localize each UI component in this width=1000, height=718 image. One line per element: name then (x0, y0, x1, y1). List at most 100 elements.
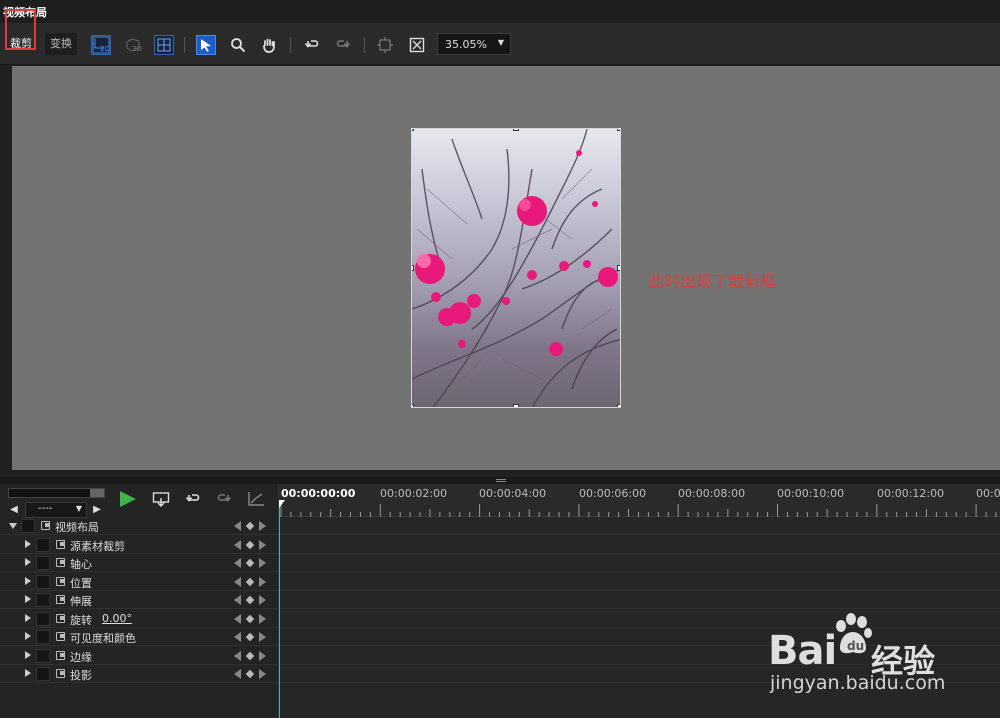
chevron-down-icon: ▼ (75, 504, 82, 513)
track-enable-checkbox[interactable] (36, 575, 50, 589)
crop-handle-left[interactable] (412, 265, 414, 271)
expand-icon[interactable] (25, 632, 31, 640)
chevron-down-icon: ▼ (497, 38, 504, 47)
panel-splitter[interactable] (0, 477, 1000, 484)
ruler-label: 00:0 (976, 487, 1000, 500)
track-keyframe-icon (56, 614, 65, 623)
ruler-label: 00:00:02:00 (380, 487, 448, 500)
expand-icon[interactable] (25, 669, 31, 677)
redo-icon[interactable] (212, 488, 236, 510)
track-enable-checkbox[interactable] (36, 630, 50, 644)
loop-preview-icon[interactable] (149, 488, 173, 510)
select-arrow-icon[interactable] (196, 35, 216, 55)
expand-icon[interactable] (25, 540, 31, 548)
crop-handle-bottom-left[interactable] (412, 404, 414, 407)
watermark-url: jingyan.baidu.com (770, 672, 946, 694)
ruler-ticks (280, 504, 997, 517)
track-enable-checkbox[interactable] (36, 556, 50, 570)
keyframe-controls[interactable] (234, 595, 268, 605)
track-enable-checkbox[interactable] (36, 649, 50, 663)
current-timecode: 00:00:00:00 (281, 487, 356, 500)
track-keyframe-icon (41, 521, 50, 530)
track-row-stretch[interactable]: 伸展 (0, 591, 278, 609)
track-enable-checkbox[interactable] (36, 538, 50, 552)
expand-icon[interactable] (25, 595, 31, 603)
svg-text:2D: 2D (100, 45, 110, 53)
track-keyframe-icon (56, 595, 65, 604)
tab-transform[interactable]: 变换 (45, 33, 77, 55)
rotation-value[interactable]: 0.00° (102, 612, 132, 625)
baidu-watermark: Bai du 经验 jingyan.baidu.com (768, 610, 968, 700)
grid-icon[interactable] (154, 35, 174, 55)
watermark-brand: Bai (768, 628, 837, 674)
paw-logo-icon: du (836, 613, 872, 654)
ruler-label: 00:00:06:00 (579, 487, 647, 500)
crop-handle-bottom-right[interactable] (617, 404, 620, 407)
track-keyframe-icon (56, 669, 65, 678)
keyframe-controls[interactable] (234, 632, 268, 642)
keyframe-select[interactable]: ---- ▼ (25, 502, 87, 518)
preview-image[interactable] (411, 128, 621, 408)
playhead-marker-icon[interactable] (279, 500, 285, 508)
crop-annotation-text: 此时出现了裁剪框 (648, 272, 777, 291)
fit-screen-icon[interactable] (407, 35, 427, 55)
playback-slider[interactable] (8, 488, 105, 498)
undo-icon[interactable] (181, 488, 205, 510)
ruler-label: 00:00:04:00 (479, 487, 547, 500)
undo-icon[interactable] (302, 35, 322, 55)
zoom-icon[interactable] (228, 35, 248, 55)
play-icon[interactable] (116, 488, 140, 510)
graph-editor-icon[interactable] (244, 488, 268, 510)
keyframe-controls[interactable] (234, 651, 268, 661)
window-titlebar: 视频布局 (0, 0, 1000, 23)
ruler-label: 00:00:12:00 (877, 487, 945, 500)
track-row-border[interactable]: 边缘 (0, 647, 278, 665)
track-keyframe-icon (56, 632, 65, 641)
2d-mode-icon[interactable]: 2D (91, 35, 111, 55)
keyframe-panel: ◀ ---- ▼ ▶ 视频布局 源素材裁剪 轴心 位置 伸展 旋转 0.00° … (0, 484, 278, 718)
hand-icon[interactable] (259, 35, 279, 55)
ruler-label: 00:00:10:00 (777, 487, 845, 500)
3d-mode-icon[interactable]: 3D (123, 35, 143, 55)
track-enable-checkbox[interactable] (36, 593, 50, 607)
track-row-shadow[interactable]: 投影 (0, 665, 278, 683)
crop-handle-top-left[interactable] (412, 129, 414, 131)
svg-text:du: du (847, 639, 864, 653)
track-enable-checkbox[interactable] (21, 519, 35, 533)
track-row-rotation[interactable]: 旋转 0.00° (0, 610, 278, 628)
track-keyframe-icon (56, 540, 65, 549)
track-enable-checkbox[interactable] (36, 612, 50, 626)
expand-icon[interactable] (25, 614, 31, 622)
keyframe-controls[interactable] (234, 558, 268, 568)
crop-handle-top-right[interactable] (617, 129, 620, 131)
expand-icon[interactable] (25, 558, 31, 566)
track-enable-checkbox[interactable] (36, 667, 50, 681)
crop-handle-top[interactable] (513, 129, 519, 131)
track-row-visibility-color[interactable]: 可见度和颜色 (0, 628, 278, 646)
track-keyframe-icon (56, 577, 65, 586)
previous-keyframe-icon[interactable]: ◀ (8, 502, 20, 518)
track-row-anchor[interactable]: 轴心 (0, 554, 278, 572)
track-keyframe-icon (56, 558, 65, 567)
crop-handle-right[interactable] (617, 265, 620, 271)
track-row-video-layout[interactable]: 视频布局 (0, 517, 278, 535)
track-row-source-crop[interactable]: 源素材裁剪 (0, 536, 278, 554)
zoom-select[interactable]: 35.05% ▼ (437, 33, 511, 55)
keyframe-controls[interactable] (234, 540, 268, 550)
next-keyframe-icon[interactable]: ▶ (91, 502, 103, 518)
zoom-value: 35.05% (445, 38, 487, 51)
crop-handle-bottom[interactable] (513, 404, 519, 407)
collapse-icon[interactable] (9, 523, 17, 529)
playhead[interactable] (279, 500, 280, 718)
track-keyframe-icon (56, 651, 65, 660)
keyframe-controls[interactable] (234, 669, 268, 679)
keyframe-controls[interactable] (234, 614, 268, 624)
keyframe-controls[interactable] (234, 521, 268, 531)
track-row-position[interactable]: 位置 (0, 573, 278, 591)
expand-icon[interactable] (25, 577, 31, 585)
keyframe-controls[interactable] (234, 577, 268, 587)
redo-icon[interactable] (333, 35, 353, 55)
timeline-ruler[interactable]: 00:00:00:00 00:00:02:00 00:00:04:00 00:0… (279, 484, 1000, 517)
fit-frame-icon[interactable] (375, 35, 395, 55)
expand-icon[interactable] (25, 651, 31, 659)
